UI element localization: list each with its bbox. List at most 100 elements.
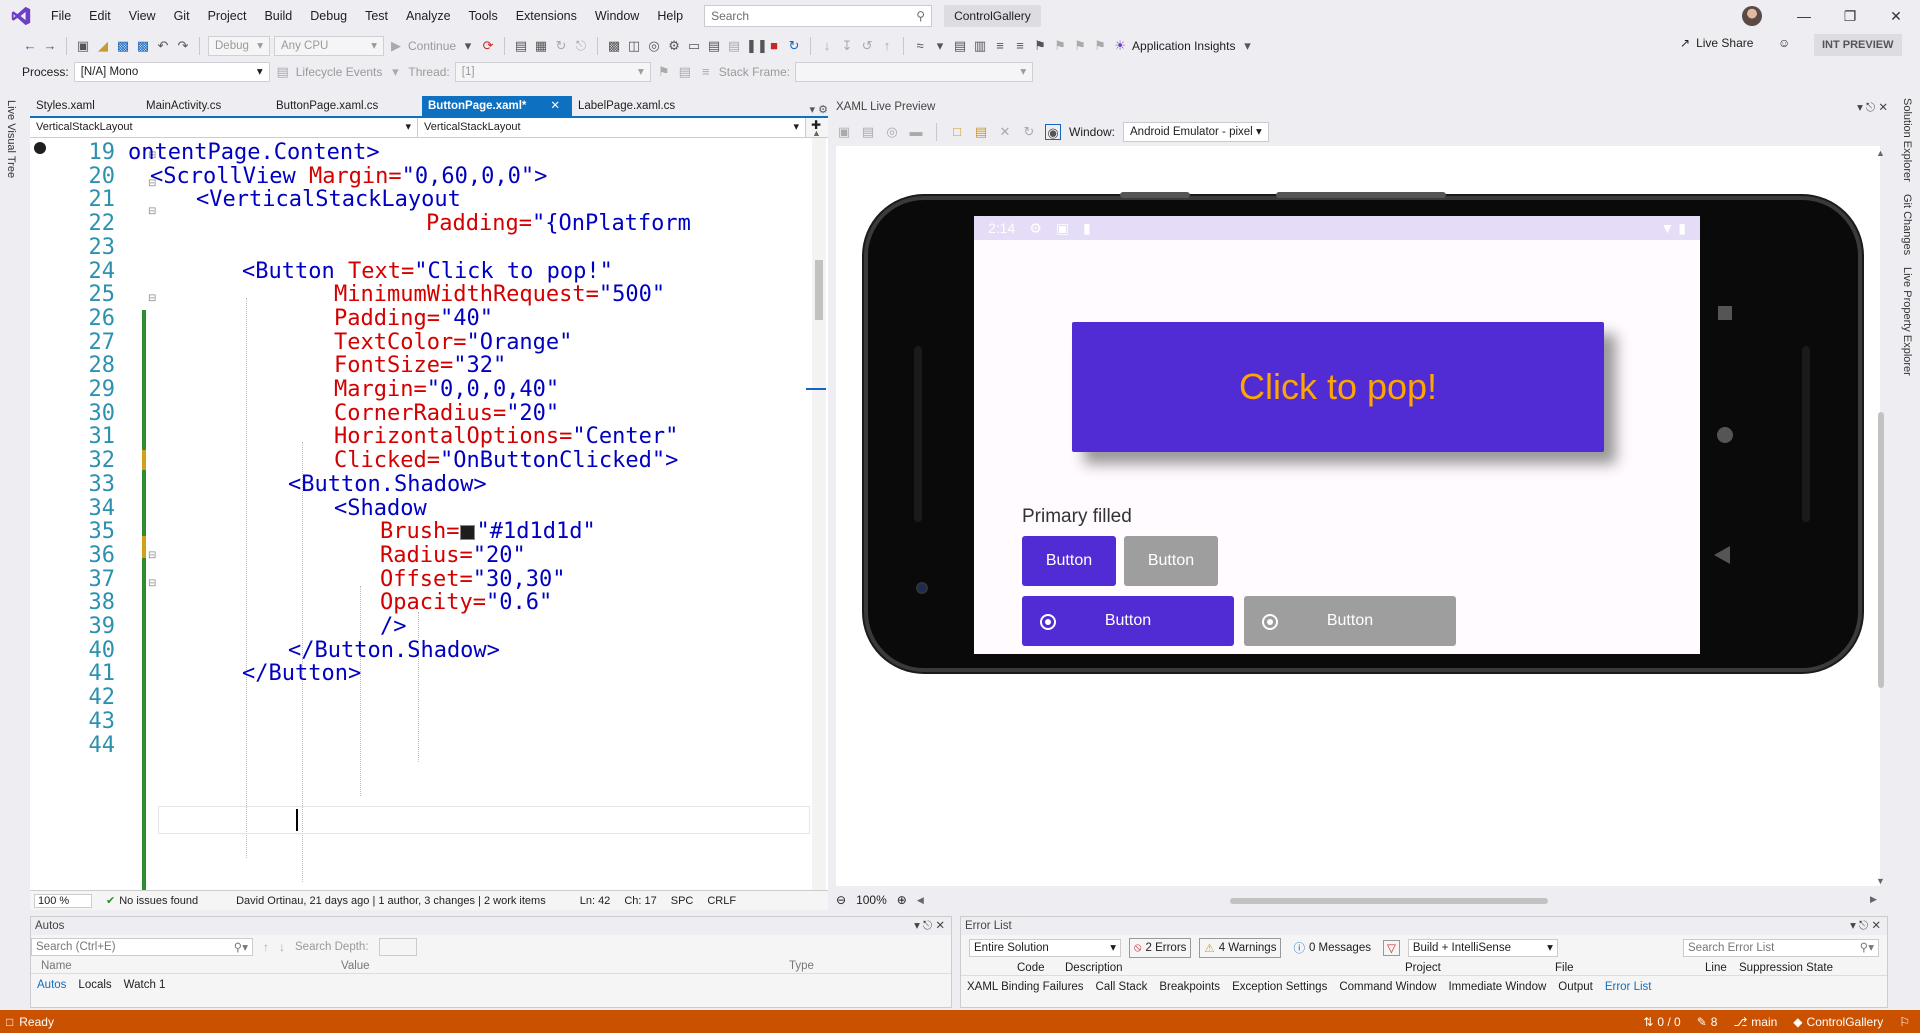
breakpoint-icon[interactable]	[34, 142, 46, 154]
continue-button[interactable]: Continue	[408, 39, 456, 53]
process-select[interactable]: [N/A] Mono ▾	[73, 62, 270, 82]
build-filter-select[interactable]: Build + IntelliSense ▾	[1407, 939, 1558, 957]
tab-breakpoints[interactable]: Breakpoints	[1153, 981, 1226, 993]
autos-search-input[interactable]: Search (Ctrl+E) ⚲▾	[31, 938, 253, 956]
live-property-explorer-tab[interactable]: Live Property Explorer	[1901, 267, 1913, 376]
preview-zoom[interactable]: 100%	[856, 893, 887, 907]
column-header-file[interactable]: File	[1555, 962, 1705, 975]
tab-call-stack[interactable]: Call Stack	[1090, 981, 1154, 993]
step-into-icon[interactable]: ↓	[819, 38, 835, 54]
zoom-select[interactable]: 100 %	[34, 893, 92, 908]
menu-analyze[interactable]: Analyze	[397, 0, 459, 32]
save-icon[interactable]: ▩	[115, 38, 131, 54]
open-folder-icon[interactable]: ◢	[95, 38, 111, 54]
flag-thread-icon[interactable]: ⚑	[656, 64, 672, 80]
scroll-down-icon[interactable]: ▼	[1876, 876, 1885, 886]
primary-button[interactable]: Button	[1022, 536, 1116, 586]
tab-error-list[interactable]: Error List	[1599, 981, 1658, 993]
column-header-project[interactable]: Project	[1405, 962, 1555, 975]
device-icon[interactable]: ▦	[533, 38, 549, 54]
fold-icon[interactable]: ⊟	[148, 578, 156, 589]
tab-buttonpage-xaml-cs[interactable]: ButtonPage.xaml.cs	[270, 96, 422, 116]
whitespace-status[interactable]: SPC	[671, 895, 694, 907]
menu-project[interactable]: Project	[199, 0, 256, 32]
new-project-icon[interactable]: ▣	[75, 38, 91, 54]
fold-icon[interactable]: ⊟	[148, 293, 156, 304]
clear-icon[interactable]: ✕	[997, 124, 1013, 140]
issues-status[interactable]: No issues found	[119, 895, 198, 907]
hot-reload-icon[interactable]: ↻	[553, 38, 569, 54]
menu-tools[interactable]: Tools	[460, 0, 507, 32]
lifecycle-events-button[interactable]: Lifecycle Events	[296, 65, 383, 79]
branch-name[interactable]: main	[1751, 1015, 1777, 1029]
restart-icon[interactable]: ↻	[786, 38, 802, 54]
scroll-up-icon[interactable]: ▲	[812, 128, 821, 138]
fold-icon[interactable]: ⊟	[148, 550, 156, 561]
search-down-icon[interactable]: ↓	[279, 940, 285, 954]
column-header-code[interactable]: Code	[1017, 962, 1065, 975]
select-element-icon[interactable]: ▣	[836, 124, 852, 140]
layout-icon[interactable]: ▤	[706, 38, 722, 54]
redo-icon[interactable]: ↷	[175, 38, 191, 54]
play-icon[interactable]: ▶	[388, 38, 404, 54]
tab-immediate-window[interactable]: Immediate Window	[1442, 981, 1552, 993]
pencil-icon[interactable]: ✎	[1697, 1015, 1707, 1029]
restore-icon[interactable]: ❐	[1830, 4, 1870, 28]
window-select[interactable]: Android Emulator - pixel ▾	[1123, 122, 1270, 142]
tab-locals[interactable]: Locals	[72, 979, 117, 991]
scroll-right-icon[interactable]: ▶	[1870, 894, 1877, 905]
stop-debugging-icon[interactable]: ⟳	[480, 38, 496, 54]
panel-controls-icon[interactable]: ▾ ⎋ ✕	[1857, 100, 1888, 115]
tab-mainactivity-cs[interactable]: MainActivity.cs	[140, 96, 270, 116]
step-back-icon[interactable]: ↑	[879, 38, 895, 54]
zoom-in-icon[interactable]: ⊕	[897, 893, 907, 907]
diagnostics-icon[interactable]: ≈	[912, 38, 928, 54]
tab-overflow-icon[interactable]: ▾ ⚙	[810, 103, 828, 116]
tab-styles-xaml[interactable]: Styles.xaml	[30, 96, 140, 116]
notifications-icon[interactable]: ⚐	[1899, 1015, 1910, 1029]
messages-filter-button[interactable]: ⓘ 0 Messages	[1289, 938, 1375, 958]
step-out-icon[interactable]: ↺	[859, 38, 875, 54]
repo-icon[interactable]: ◆	[1793, 1015, 1802, 1029]
track-focus-icon[interactable]: ◎	[884, 124, 900, 140]
zoom-out-icon[interactable]: ⊖	[836, 893, 846, 907]
menu-window[interactable]: Window	[586, 0, 648, 32]
scroll-up-icon[interactable]: ▲	[1876, 148, 1885, 158]
back-nav-icon[interactable]	[1714, 546, 1730, 564]
menu-test[interactable]: Test	[356, 0, 397, 32]
lightbulb-icon[interactable]: ☀	[1112, 38, 1128, 54]
menu-view[interactable]: View	[120, 0, 165, 32]
next-bookmark-icon[interactable]: ⚑	[1072, 38, 1088, 54]
tab-xaml-binding-failures[interactable]: XAML Binding Failures	[961, 981, 1090, 993]
visibility-icon[interactable]: ◉	[1045, 124, 1061, 140]
line-ending-status[interactable]: CRLF	[707, 895, 736, 907]
bookmark-icon[interactable]: ⚑	[1032, 38, 1048, 54]
scope-select[interactable]: Entire Solution ▾	[969, 939, 1121, 957]
tab-exception-settings[interactable]: Exception Settings	[1226, 981, 1333, 993]
line-number-status[interactable]: Ln: 42	[580, 895, 611, 907]
nav-member-select[interactable]: VerticalStackLayout ▾	[418, 118, 806, 137]
menu-git[interactable]: Git	[165, 0, 199, 32]
stop-icon[interactable]: ■	[766, 38, 782, 54]
back-icon[interactable]: ←	[22, 38, 38, 54]
column-header-value[interactable]: Value	[341, 960, 789, 973]
save-all-icon[interactable]: ▩	[135, 38, 151, 54]
filter-icon[interactable]: ▽	[1382, 940, 1400, 956]
panel-controls-icon[interactable]: ▾ ⎋ ✕	[1850, 917, 1887, 935]
disabled-button[interactable]: Button	[1124, 536, 1218, 586]
disabled-icon-button[interactable]: Button	[1244, 596, 1456, 646]
tab-watch-1[interactable]: Watch 1	[118, 979, 172, 991]
toolbox-icon[interactable]: ▤	[513, 38, 529, 54]
undo-icon[interactable]: ↶	[155, 38, 171, 54]
live-visual-tree-tab[interactable]: Live Visual Tree	[5, 100, 17, 178]
tab-command-window[interactable]: Command Window	[1333, 981, 1442, 993]
tab-autos[interactable]: Autos	[31, 979, 72, 991]
error-list-search-input[interactable]: Search Error List ⚲▾	[1683, 939, 1879, 957]
indent-icon[interactable]: ≡	[992, 38, 1008, 54]
close-icon[interactable]: ✕	[1876, 4, 1916, 28]
click-to-pop-button[interactable]: Click to pop!	[1072, 322, 1604, 452]
configuration-select[interactable]: Debug ▾	[208, 36, 270, 56]
tab-labelpage-xaml-cs[interactable]: LabelPage.xaml.cs	[572, 96, 722, 116]
feedback-icon[interactable]: ☺	[1778, 36, 1790, 50]
branch-icon[interactable]: ⎇	[1733, 1015, 1747, 1029]
